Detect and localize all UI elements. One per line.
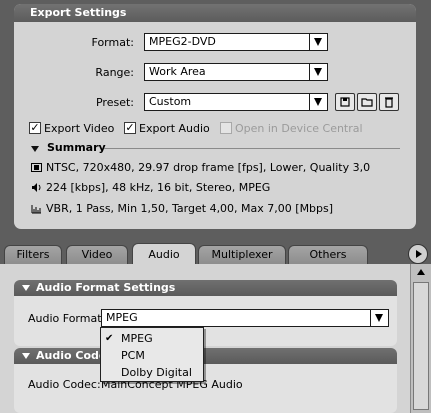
format-label: Format: [91, 36, 134, 49]
checkmark-icon: ✔ [105, 333, 114, 344]
audio-format-settings-header[interactable]: Audio Format Settings [14, 280, 397, 296]
audio-format-settings-title: Audio Format Settings [36, 281, 176, 294]
tab-label: Others [309, 248, 347, 261]
speaker-icon [32, 183, 41, 192]
collapse-icon[interactable] [31, 146, 39, 152]
delete-preset-button[interactable] [379, 93, 399, 111]
audio-format-menu: ✔ MPEG PCM Dolby Digital [100, 327, 204, 382]
chevron-down-icon [309, 34, 327, 50]
audio-format-settings-panel: Audio Format Settings Audio Format: MPEG [14, 280, 397, 346]
tab-label: Video [81, 248, 113, 261]
tab-label: Multiplexer [211, 248, 273, 261]
collapse-icon [22, 285, 30, 291]
settings-tabbar: Filters Video Audio Multiplexer Others [0, 242, 431, 265]
format-value: MPEG2-DVD [149, 35, 216, 48]
import-preset-button[interactable] [357, 93, 377, 111]
audio-codec-panel: Audio Codec Audio Codec: MainConcept MPE… [14, 348, 397, 413]
export-settings-panel: Export Settings Format: MPEG2-DVD Range:… [14, 4, 416, 229]
vertical-scrollbar[interactable] [410, 264, 431, 413]
tab-filters[interactable]: Filters [4, 245, 62, 265]
chevron-down-icon [309, 64, 327, 80]
bitrate-icon [31, 205, 41, 214]
menu-item-mpeg[interactable]: ✔ MPEG [101, 330, 203, 347]
menu-item-dolby-digital[interactable]: Dolby Digital [101, 364, 203, 381]
menu-item-pcm[interactable]: PCM [101, 347, 203, 364]
open-device-central-label: Open in Device Central [235, 122, 363, 135]
export-audio-label: Export Audio [139, 122, 210, 135]
scroll-thumb[interactable] [413, 282, 429, 410]
tab-audio[interactable]: Audio [132, 243, 196, 265]
folder-icon [361, 98, 373, 107]
range-label: Range: [95, 66, 134, 79]
summary-bitrate-line: VBR, 1 Pass, Min 1,50, Target 4,00, Max … [46, 202, 334, 215]
export-settings-title: Export Settings [14, 4, 416, 22]
chevron-down-icon [370, 310, 388, 326]
preset-label: Preset: [95, 96, 134, 109]
tab-label: Filters [16, 248, 50, 261]
range-dropdown[interactable]: Work Area [144, 63, 328, 81]
menu-item-label: MPEG [121, 332, 153, 345]
audio-format-label: Audio Format: [28, 312, 106, 325]
trash-icon [385, 97, 393, 108]
audio-tab-content: Audio Format Settings Audio Format: MPEG… [0, 264, 410, 413]
summary-title: Summary [47, 141, 106, 154]
save-preset-button[interactable] [335, 93, 355, 111]
tab-video[interactable]: Video [66, 245, 128, 265]
scroll-up-icon[interactable] [413, 266, 429, 280]
range-value: Work Area [149, 65, 206, 78]
save-icon [340, 97, 350, 107]
tab-multiplexer[interactable]: Multiplexer [198, 245, 286, 265]
audio-format-dropdown[interactable]: MPEG [101, 309, 389, 327]
audio-codec-label: Audio Codec: [28, 378, 101, 391]
format-dropdown[interactable]: MPEG2-DVD [144, 33, 328, 51]
menu-item-label: Dolby Digital [121, 366, 192, 379]
film-icon [31, 163, 42, 172]
summary-video-line: NTSC, 720x480, 29.97 drop frame [fps], L… [46, 161, 371, 174]
play-icon[interactable] [408, 244, 428, 264]
export-video-checkbox[interactable]: ✓ [29, 122, 41, 134]
audio-codec-header[interactable]: Audio Codec [14, 348, 397, 364]
open-device-central-checkbox [220, 122, 232, 134]
audio-format-value: MPEG [106, 311, 138, 324]
collapse-icon [22, 353, 30, 359]
preset-value: Custom [149, 95, 192, 108]
export-video-label: Export Video [44, 122, 115, 135]
summary-divider [104, 148, 400, 149]
export-audio-checkbox[interactable]: ✓ [124, 122, 136, 134]
tab-others[interactable]: Others [288, 245, 368, 265]
preset-dropdown[interactable]: Custom [144, 93, 328, 111]
menu-item-label: PCM [121, 349, 145, 362]
chevron-down-icon [309, 94, 327, 110]
summary-audio-line: 224 [kbps], 48 kHz, 16 bit, Stereo, MPEG [46, 181, 271, 194]
tab-label: Audio [148, 248, 180, 261]
